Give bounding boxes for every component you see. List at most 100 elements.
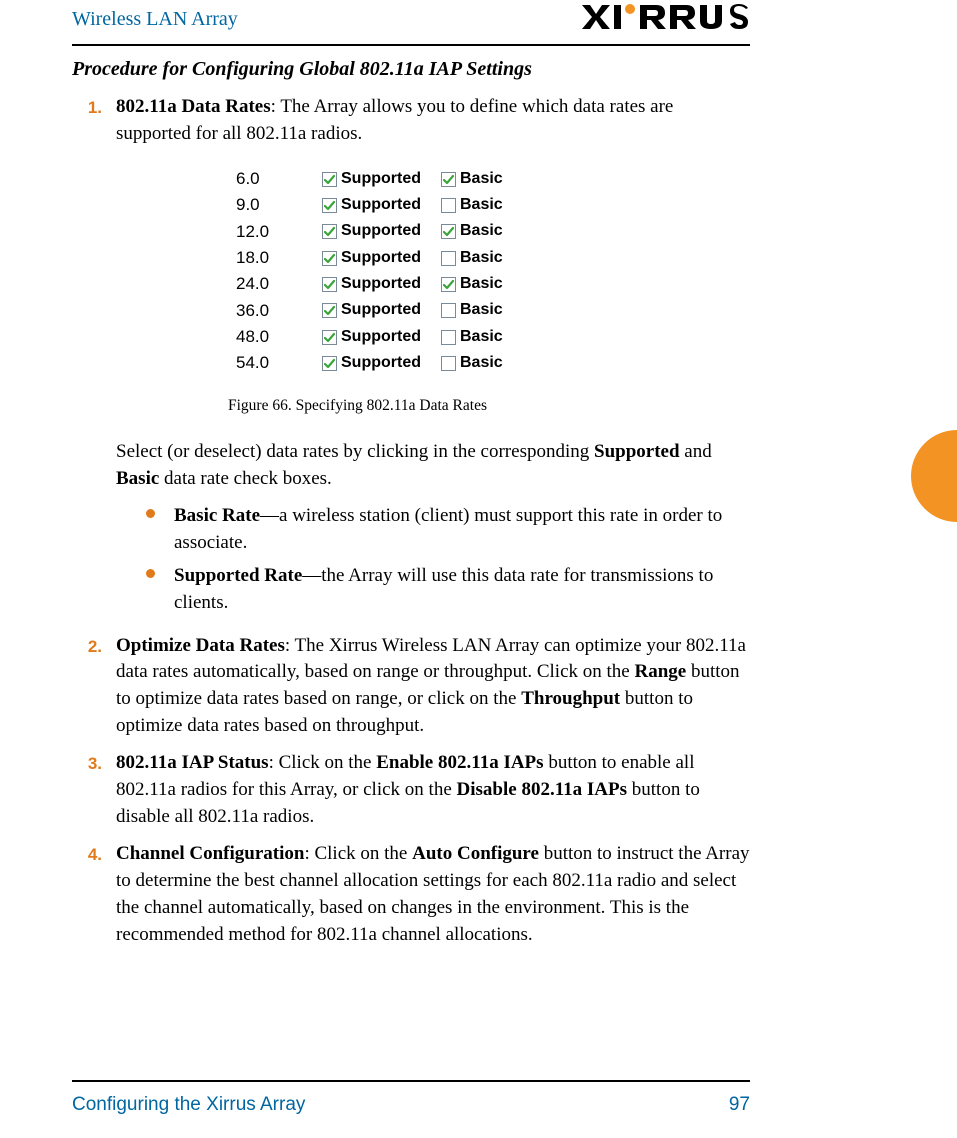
basic-checkbox[interactable]: Basic	[441, 219, 503, 244]
text-run: data rate check boxes.	[159, 468, 332, 489]
brand-logo	[580, 2, 750, 32]
rate-row: 18.0 Supported Basic	[236, 245, 752, 271]
step-3-text: 802.11a IAP Status: Click on the Enable …	[116, 750, 752, 831]
supported-checkbox[interactable]: Supported	[322, 193, 421, 218]
step-1-bold: 802.11a Data Rates	[116, 96, 271, 117]
checkbox-icon	[322, 198, 337, 213]
supported-checkbox[interactable]: Supported	[322, 325, 421, 350]
body-content: 1. 802.11a Data Rates: The Array allows …	[72, 94, 752, 959]
supported-label: Supported	[341, 246, 421, 271]
section-heading: Procedure for Configuring Global 802.11a…	[72, 58, 532, 81]
sub-item-text: Basic Rate—a wireless station (client) m…	[174, 503, 752, 557]
basic-checkbox[interactable]: Basic	[441, 246, 503, 271]
sub-item-bold: Supported Rate	[174, 565, 302, 586]
rate-value: 24.0	[236, 271, 318, 297]
rate-value: 48.0	[236, 324, 318, 350]
step-2-text: Optimize Data Rates: The Xirrus Wireless…	[116, 633, 752, 741]
basic-label: Basic	[460, 193, 503, 218]
step-1-text: 802.11a Data Rates: The Array allows you…	[116, 94, 752, 623]
step-4-text: Channel Configuration: Click on the Auto…	[116, 841, 752, 949]
checkbox-icon	[441, 303, 456, 318]
xirrus-logo-s-icon	[730, 2, 750, 32]
sub-item-bold: Basic Rate	[174, 505, 260, 526]
step-number: 1.	[72, 94, 102, 623]
figure-caption: Figure 66. Specifying 802.11a Data Rates	[228, 395, 752, 417]
rate-row: 12.0 Supported Basic	[236, 219, 752, 245]
data-rates-table: 6.0 Supported Basic 9.0	[236, 166, 752, 377]
step-3-bold: 802.11a IAP Status	[116, 752, 269, 773]
supported-checkbox[interactable]: Supported	[322, 219, 421, 244]
basic-checkbox[interactable]: Basic	[441, 167, 503, 192]
checkbox-icon	[322, 330, 337, 345]
xirrus-logo-icon	[580, 2, 730, 32]
basic-label: Basic	[460, 219, 503, 244]
checkbox-icon	[322, 356, 337, 371]
text-bold: Auto Configure	[412, 843, 539, 864]
sub-item-basic-rate: Basic Rate—a wireless station (client) m…	[146, 503, 752, 557]
step-1-after-figure: Select (or deselect) data rates by click…	[116, 439, 752, 493]
sub-item-supported-rate: Supported Rate—the Array will use this d…	[146, 563, 752, 617]
step-2: 2. Optimize Data Rates: The Xirrus Wirel…	[72, 633, 752, 741]
step-3: 3. 802.11a IAP Status: Click on the Enab…	[72, 750, 752, 831]
supported-label: Supported	[341, 219, 421, 244]
rate-row: 54.0 Supported Basic	[236, 350, 752, 376]
basic-label: Basic	[460, 325, 503, 350]
supported-label: Supported	[341, 351, 421, 376]
supported-checkbox[interactable]: Supported	[322, 272, 421, 297]
supported-checkbox[interactable]: Supported	[322, 298, 421, 323]
supported-label: Supported	[341, 193, 421, 218]
rate-row: 9.0 Supported Basic	[236, 192, 752, 218]
section-tab-icon	[911, 430, 957, 522]
basic-label: Basic	[460, 272, 503, 297]
basic-checkbox[interactable]: Basic	[441, 193, 503, 218]
supported-label: Supported	[341, 325, 421, 350]
bullet-icon	[146, 503, 160, 557]
sub-bullet-list: Basic Rate—a wireless station (client) m…	[146, 503, 752, 617]
page-header: Wireless LAN Array	[72, 8, 750, 46]
header-rule	[72, 44, 750, 46]
step-number: 3.	[72, 750, 102, 831]
rate-value: 18.0	[236, 245, 318, 271]
bullet-icon	[146, 563, 160, 617]
step-4-bold: Channel Configuration	[116, 843, 304, 864]
checkbox-icon	[441, 198, 456, 213]
header-title: Wireless LAN Array	[72, 8, 238, 30]
page-footer: Configuring the Xirrus Array 97	[72, 1094, 750, 1116]
supported-checkbox[interactable]: Supported	[322, 167, 421, 192]
figure-66: 6.0 Supported Basic 9.0	[116, 166, 752, 417]
basic-label: Basic	[460, 351, 503, 376]
basic-checkbox[interactable]: Basic	[441, 325, 503, 350]
text-bold: Disable 802.11a IAPs	[457, 779, 628, 800]
supported-checkbox[interactable]: Supported	[322, 246, 421, 271]
text-run: : Click on the	[269, 752, 377, 773]
basic-label: Basic	[460, 167, 503, 192]
text-run: : Click on the	[304, 843, 412, 864]
rate-value: 12.0	[236, 219, 318, 245]
basic-label: Basic	[460, 298, 503, 323]
checkbox-icon	[441, 224, 456, 239]
sub-item-text: Supported Rate—the Array will use this d…	[174, 563, 752, 617]
supported-label: Supported	[341, 167, 421, 192]
rate-row: 6.0 Supported Basic	[236, 166, 752, 192]
supported-checkbox[interactable]: Supported	[322, 351, 421, 376]
text-bold: Throughput	[521, 688, 620, 709]
footer-rule	[72, 1080, 750, 1082]
checkbox-icon	[322, 277, 337, 292]
rate-row: 24.0 Supported Basic	[236, 271, 752, 297]
basic-checkbox[interactable]: Basic	[441, 272, 503, 297]
rate-row: 48.0 Supported Basic	[236, 324, 752, 350]
checkbox-icon	[441, 251, 456, 266]
basic-checkbox[interactable]: Basic	[441, 298, 503, 323]
step-number: 4.	[72, 841, 102, 949]
checkbox-icon	[441, 277, 456, 292]
checkbox-icon	[322, 303, 337, 318]
text-bold: Basic	[116, 468, 159, 489]
step-1: 1. 802.11a Data Rates: The Array allows …	[72, 94, 752, 623]
basic-checkbox[interactable]: Basic	[441, 351, 503, 376]
checkbox-icon	[441, 172, 456, 187]
text-run: Select (or deselect) data rates by click…	[116, 441, 594, 462]
rate-row: 36.0 Supported Basic	[236, 298, 752, 324]
checkbox-icon	[441, 330, 456, 345]
step-2-bold: Optimize Data Rates	[116, 635, 285, 656]
supported-label: Supported	[341, 298, 421, 323]
